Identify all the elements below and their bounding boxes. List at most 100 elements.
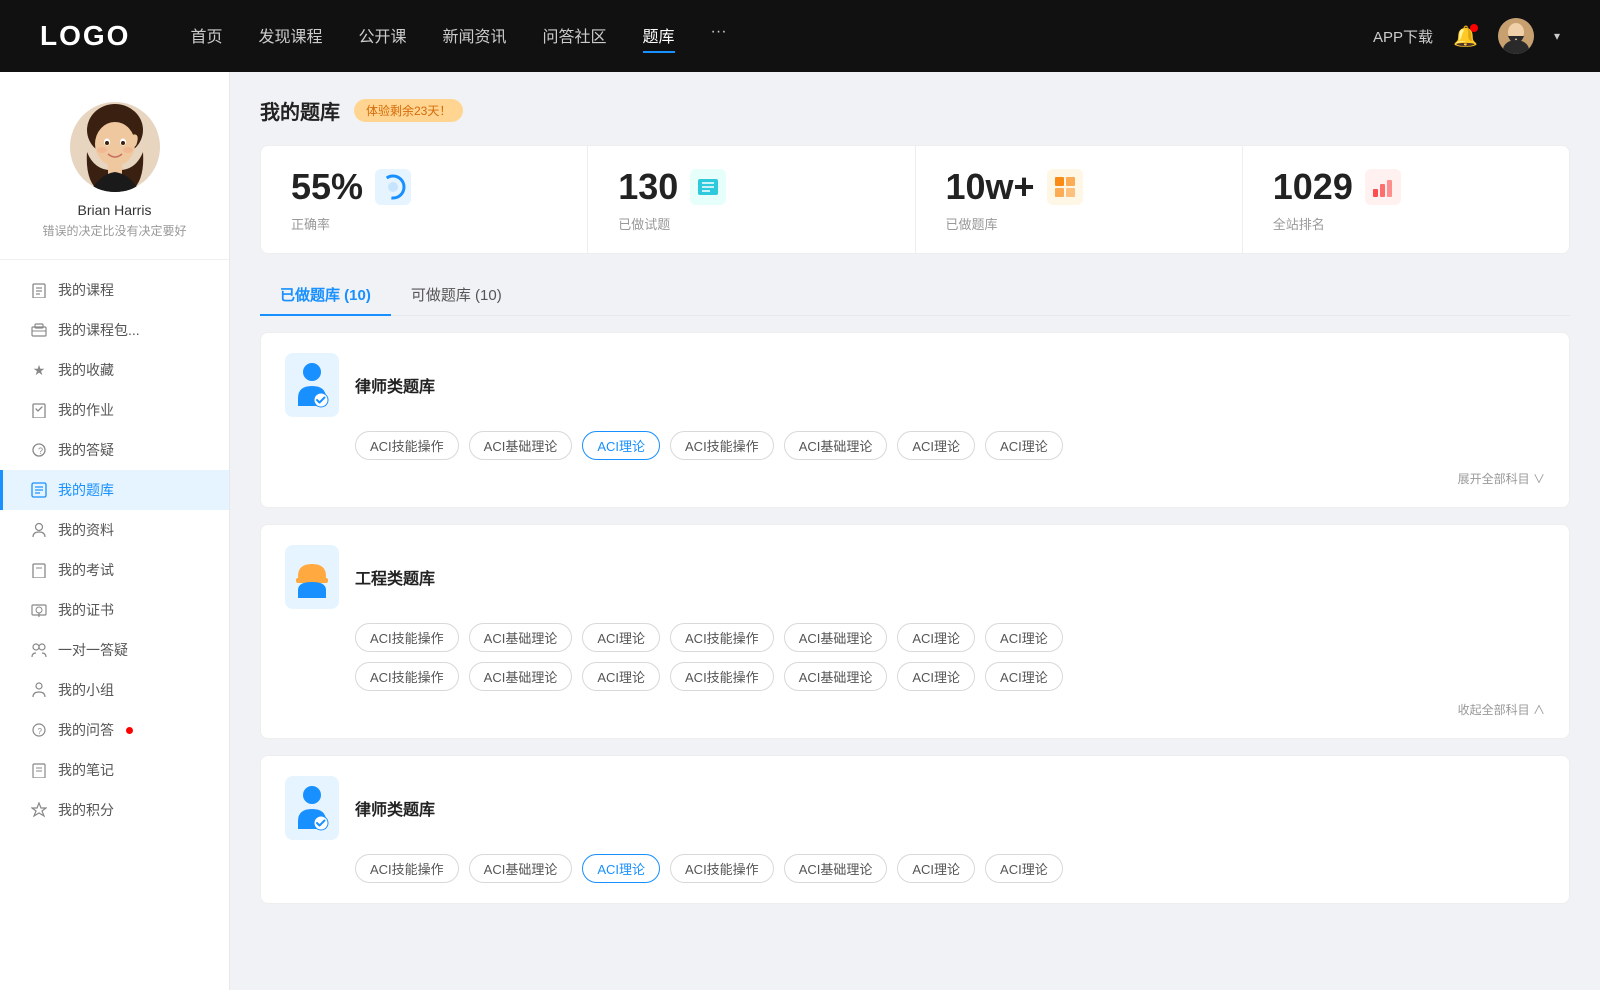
svg-text:?: ?: [38, 727, 43, 736]
tutoring-icon: [30, 641, 48, 659]
eng-tag2-1[interactable]: ACI基础理论: [469, 662, 573, 691]
nav-qa[interactable]: 问答社区: [543, 19, 607, 53]
l2-tag-0[interactable]: ACI技能操作: [355, 854, 459, 883]
sidebar-menu: 我的课程 我的课程包... ★ 我的收藏 我的作业 ?: [0, 260, 229, 840]
tag-2-active[interactable]: ACI理论: [582, 431, 660, 460]
tags-row-engineer-2: ACI技能操作 ACI基础理论 ACI理论 ACI技能操作 ACI基础理论 AC…: [285, 662, 1545, 691]
user-avatar-nav[interactable]: [1498, 18, 1534, 54]
eng-tag2-3[interactable]: ACI技能操作: [670, 662, 774, 691]
nav-items: 首页 发现课程 公开课 新闻资讯 问答社区 题库 ···: [190, 19, 1373, 53]
collapse-link-engineer[interactable]: 收起全部科目 ∧: [285, 701, 1545, 718]
sidebar-item-quiz[interactable]: 我的题库: [0, 470, 229, 510]
sidebar-item-tutoring[interactable]: 一对一答疑: [0, 630, 229, 670]
stat-accuracy: 55% 正确率: [261, 146, 588, 253]
notification-bell[interactable]: 🔔: [1453, 24, 1478, 49]
nav-news[interactable]: 新闻资讯: [443, 19, 507, 53]
quiz-title-lawyer-1: 律师类题库: [355, 373, 435, 397]
nav-home[interactable]: 首页: [190, 19, 222, 53]
profile-area: Brian Harris 错误的决定比没有决定要好: [0, 92, 229, 260]
sidebar-item-notes[interactable]: 我的笔记: [0, 750, 229, 790]
tag-4[interactable]: ACI基础理论: [784, 431, 888, 460]
nav-open-course[interactable]: 公开课: [358, 19, 406, 53]
tab-available-banks[interactable]: 可做题库 (10): [391, 274, 522, 315]
navigation: LOGO 首页 发现课程 公开课 新闻资讯 问答社区 题库 ··· APP下载 …: [0, 0, 1600, 72]
tag-5[interactable]: ACI理论: [897, 431, 975, 460]
eng-tag-0[interactable]: ACI技能操作: [355, 623, 459, 652]
quiz-card-header-lawyer-1: 律师类题库: [285, 353, 1545, 417]
sidebar-item-exam[interactable]: 我的考试: [0, 550, 229, 590]
l2-tag-6[interactable]: ACI理论: [985, 854, 1063, 883]
nav-more[interactable]: ···: [711, 19, 727, 53]
sidebar-label-course-packages: 我的课程包...: [58, 320, 140, 340]
stat-done-questions: 130 已做试题: [588, 146, 915, 253]
stat-done-banks: 10w+ 已做题库: [916, 146, 1243, 253]
eng-tag-1[interactable]: ACI基础理论: [469, 623, 573, 652]
sidebar-item-questions[interactable]: ? 我的问答: [0, 710, 229, 750]
eng-tag-2[interactable]: ACI理论: [582, 623, 660, 652]
sidebar-item-favorites[interactable]: ★ 我的收藏: [0, 350, 229, 390]
sidebar-label-group: 我的小组: [58, 680, 114, 700]
l2-tag-4[interactable]: ACI基础理论: [784, 854, 888, 883]
my-courses-icon: [30, 281, 48, 299]
eng-tag2-0[interactable]: ACI技能操作: [355, 662, 459, 691]
tag-1[interactable]: ACI基础理论: [469, 431, 573, 460]
expand-link-lawyer-1[interactable]: 展开全部科目 ∨: [285, 470, 1545, 487]
lawyer-category-icon: [285, 353, 339, 417]
sidebar-item-group[interactable]: 我的小组: [0, 670, 229, 710]
stat-accuracy-value: 55%: [291, 166, 363, 208]
eng-tag-4[interactable]: ACI基础理论: [784, 623, 888, 652]
quiz-card-lawyer-2: 律师类题库 ACI技能操作 ACI基础理论 ACI理论 ACI技能操作 ACI基…: [260, 755, 1570, 904]
l2-tag-2-active[interactable]: ACI理论: [582, 854, 660, 883]
stat-done-questions-value: 130: [618, 166, 678, 208]
sidebar-label-profile: 我的资料: [58, 520, 114, 540]
tab-done-banks[interactable]: 已做题库 (10): [260, 274, 391, 315]
notification-dot: [1470, 24, 1478, 32]
tag-0[interactable]: ACI技能操作: [355, 431, 459, 460]
tags-row-lawyer-1: ACI技能操作 ACI基础理论 ACI理论 ACI技能操作 ACI基础理论 AC…: [285, 431, 1545, 460]
sidebar-item-course-packages[interactable]: 我的课程包...: [0, 310, 229, 350]
sidebar-item-my-courses[interactable]: 我的课程: [0, 270, 229, 310]
stat-done-questions-label: 已做试题: [618, 214, 884, 233]
stat-done-banks-label: 已做题库: [946, 214, 1212, 233]
sidebar-item-profile[interactable]: 我的资料: [0, 510, 229, 550]
questions-icon: ?: [30, 721, 48, 739]
group-icon: [30, 681, 48, 699]
homework-icon: [30, 401, 48, 419]
sidebar-item-certificate[interactable]: 我的证书: [0, 590, 229, 630]
tag-6[interactable]: ACI理论: [985, 431, 1063, 460]
logo: LOGO: [40, 20, 130, 52]
l2-tag-5[interactable]: ACI理论: [897, 854, 975, 883]
accuracy-icon: [375, 169, 411, 205]
notes-icon: [30, 761, 48, 779]
eng-tag2-2[interactable]: ACI理论: [582, 662, 660, 691]
eng-tag2-5[interactable]: ACI理论: [897, 662, 975, 691]
eng-tag2-6[interactable]: ACI理论: [985, 662, 1063, 691]
trial-badge: 体验剩余23天！: [354, 99, 463, 122]
eng-tag-6[interactable]: ACI理论: [985, 623, 1063, 652]
sidebar-item-homework[interactable]: 我的作业: [0, 390, 229, 430]
eng-tag2-4[interactable]: ACI基础理论: [784, 662, 888, 691]
done-questions-icon: [690, 169, 726, 205]
tag-3[interactable]: ACI技能操作: [670, 431, 774, 460]
nav-chevron-icon[interactable]: ▾: [1554, 29, 1560, 43]
stat-ranking: 1029 全站排名: [1243, 146, 1569, 253]
quiz-icon: [30, 481, 48, 499]
l2-tag-1[interactable]: ACI基础理论: [469, 854, 573, 883]
stat-done-banks-value: 10w+: [946, 166, 1035, 208]
sidebar-item-points[interactable]: 我的积分: [0, 790, 229, 830]
l2-tag-3[interactable]: ACI技能操作: [670, 854, 774, 883]
exam-icon: [30, 561, 48, 579]
sidebar: Brian Harris 错误的决定比没有决定要好 我的课程 我的课程包... …: [0, 72, 230, 990]
stat-ranking-label: 全站排名: [1273, 214, 1539, 233]
stat-done-banks-top: 10w+: [946, 166, 1212, 208]
sidebar-label-homework: 我的作业: [58, 400, 114, 420]
eng-tag-5[interactable]: ACI理论: [897, 623, 975, 652]
nav-quiz[interactable]: 题库: [643, 19, 675, 53]
eng-tag-3[interactable]: ACI技能操作: [670, 623, 774, 652]
user-avatar: [70, 102, 160, 192]
stat-ranking-value: 1029: [1273, 166, 1353, 208]
app-download-link[interactable]: APP下载: [1373, 26, 1433, 47]
nav-courses[interactable]: 发现课程: [258, 19, 322, 53]
sidebar-item-my-qa[interactable]: ? 我的答疑: [0, 430, 229, 470]
stat-done-questions-top: 130: [618, 166, 884, 208]
